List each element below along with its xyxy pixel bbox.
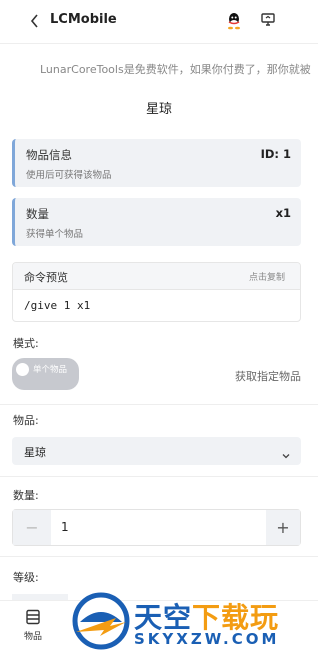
mode-toggle[interactable]: 单个物品 [12,358,79,390]
item-select[interactable]: 星琼 [12,437,301,465]
level-label: 等级: [13,571,39,584]
copy-button[interactable]: 点击复制 [249,270,285,283]
watermark: 天空下载玩 SKYXZW.COM [70,592,315,650]
command-text: /give 1 x1 [24,299,91,312]
app-header: LCMobile [0,0,318,44]
quantity-card: 数量 获得单个物品 x1 [12,198,301,246]
command-preview-header: 命令预览 点击复制 [13,263,300,290]
decrement-button[interactable]: − [13,510,51,545]
tab-items-label: 物品 [23,632,42,642]
notice-marquee: LunarCoreTools是免费软件，如果你付费了，那你就被 [0,58,318,80]
quantity-card-title: 数量 [26,207,49,221]
increment-button[interactable]: + [266,510,300,545]
item-id-label: ID: 1 [260,147,291,161]
item-title: 星琼 [145,102,172,117]
item-info-subtitle: 使用后可获得该物品 [26,170,112,181]
quantity-card-subtitle: 获得单个物品 [26,229,84,240]
item-info-title: 物品信息 [26,148,72,162]
chevron-down-icon [281,446,291,459]
notice-text: LunarCoreTools是免费软件，如果你付费了，那你就被 [40,63,311,76]
mode-description: 获取指定物品 [235,370,301,383]
mode-label: 模式: [13,337,39,350]
item-select-label: 物品: [13,414,39,427]
monitor-icon[interactable] [260,12,276,28]
divider [0,476,318,477]
quantity-input[interactable]: 1 [61,520,69,534]
command-preview-title: 命令预览 [24,271,68,284]
app-title: LCMobile [50,12,117,27]
toggle-label: 单个物品 [33,365,68,375]
divider [0,404,318,405]
item-select-value: 星琼 [24,446,46,459]
quantity-label: 数量: [13,489,39,502]
divider [0,556,318,557]
toggle-knob [16,363,29,376]
quantity-card-value: x1 [275,206,291,220]
command-preview: 命令预览 点击复制 /give 1 x1 [12,262,301,322]
tab-items[interactable]: 物品 [18,609,48,649]
watermark-logo-icon [72,592,130,650]
chevron-left-icon[interactable] [28,12,44,30]
watermark-domain: SKYXZW.COM [134,630,280,648]
list-icon [26,609,40,625]
qq-icon[interactable] [226,12,242,30]
quantity-stepper: − 1 + [12,509,301,546]
item-info-card: 物品信息 使用后可获得该物品 ID: 1 [12,139,301,187]
